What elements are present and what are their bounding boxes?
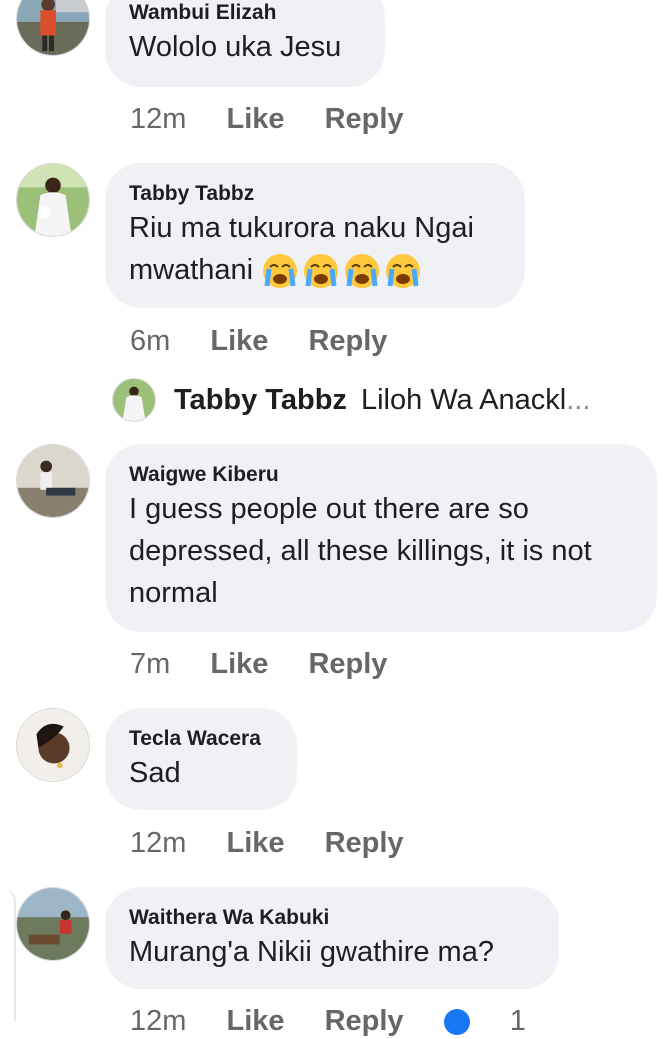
comment-actions: 12m Like Reply <box>130 101 436 137</box>
crying-face-icon <box>304 254 339 289</box>
comment-bubble[interactable]: Wambui Elizah Wololo uka Jesu <box>105 0 385 87</box>
comment-actions: 12m Like Reply 1 <box>130 1003 558 1039</box>
reaction-count[interactable]: 1 <box>510 1005 526 1037</box>
comment-author[interactable]: Tecla Wacera <box>129 726 273 752</box>
reply-ellipsis: ... <box>566 383 591 416</box>
crying-face-icon <box>345 254 380 289</box>
side-panel-edge <box>0 888 16 1021</box>
reply-button[interactable]: Reply <box>325 827 404 859</box>
reply-author[interactable]: Tabby Tabbz <box>174 384 347 417</box>
avatar[interactable] <box>16 0 90 56</box>
comment-bubble[interactable]: Tabby Tabbz Riu ma tukurora naku Ngai mw… <box>105 163 525 308</box>
crying-emoji-group <box>261 254 425 289</box>
comment-author[interactable]: Wambui Elizah <box>129 0 361 26</box>
comment-actions: 6m Like Reply <box>130 323 419 359</box>
avatar[interactable] <box>16 163 90 237</box>
comment-bubble[interactable]: Waigwe Kiberu I guess people out there a… <box>105 444 657 632</box>
reply-button[interactable]: Reply <box>308 325 387 357</box>
reply-button[interactable]: Reply <box>308 648 387 680</box>
crying-face-icon <box>386 254 421 289</box>
comment-time[interactable]: 7m <box>130 648 170 680</box>
like-button[interactable]: Like <box>226 827 284 859</box>
comment-text: Wololo uka Jesu <box>129 31 342 63</box>
comment-bubble[interactable]: Waithera Wa Kabuki Murang'a Nikii gwathi… <box>105 887 559 989</box>
reply-preview[interactable]: Tabby Tabbz Liloh Wa Anackl ... <box>112 378 590 422</box>
comment-time[interactable]: 12m <box>130 103 186 135</box>
comment-actions: 12m Like Reply <box>130 825 436 861</box>
comment-bubble[interactable]: Tecla Wacera Sad <box>105 708 297 810</box>
crying-face-icon <box>263 254 298 289</box>
comment-text: Riu ma tukurora naku Ngai mwathani <box>129 207 501 291</box>
avatar[interactable] <box>16 887 90 961</box>
like-button[interactable]: Like <box>210 648 268 680</box>
reply-button[interactable]: Reply <box>325 1005 404 1037</box>
comment-text: I guess people out there are so depresse… <box>129 493 592 609</box>
comment-text: Murang'a Nikii gwathire ma? <box>129 936 494 968</box>
like-button[interactable]: Like <box>210 325 268 357</box>
comment-author[interactable]: Tabby Tabbz <box>129 181 501 207</box>
comment-time[interactable]: 6m <box>130 325 170 357</box>
like-button[interactable]: Like <box>226 1005 284 1037</box>
comment-author[interactable]: Waithera Wa Kabuki <box>129 905 535 931</box>
comment-author[interactable]: Waigwe Kiberu <box>129 462 633 488</box>
reply-button[interactable]: Reply <box>325 103 404 135</box>
comment-time[interactable]: 12m <box>130 1005 186 1037</box>
avatar[interactable] <box>16 444 90 518</box>
avatar[interactable] <box>16 708 90 782</box>
comment-time[interactable]: 12m <box>130 827 186 859</box>
reaction-icon[interactable] <box>443 1009 470 1036</box>
comment-actions: 7m Like Reply <box>130 646 419 682</box>
avatar[interactable] <box>112 378 156 422</box>
reply-text: Liloh Wa Anackl <box>360 383 567 416</box>
comment-text: Sad <box>129 757 181 789</box>
like-button[interactable]: Like <box>226 103 284 135</box>
